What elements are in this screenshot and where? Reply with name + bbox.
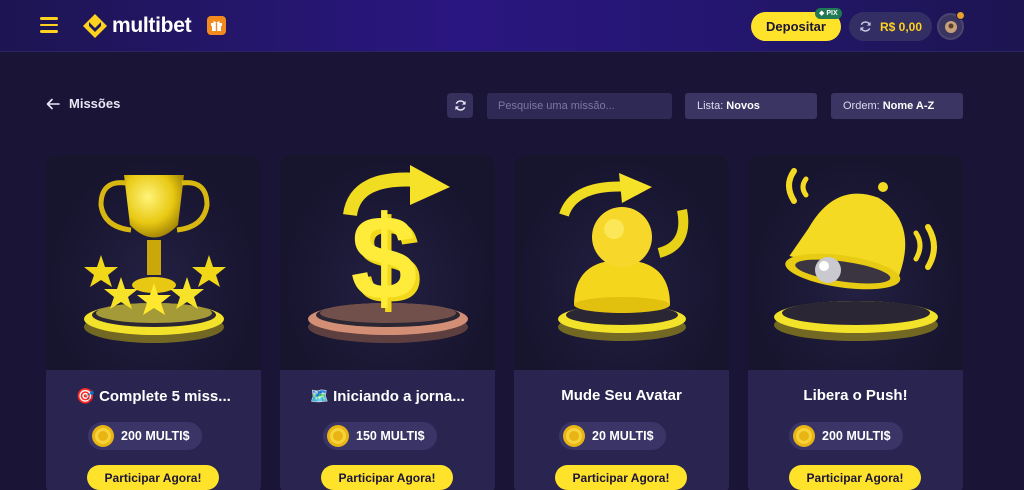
- avatar-icon: [514, 155, 729, 370]
- arrow-left-icon: [46, 98, 60, 109]
- page-title: Missões: [69, 96, 121, 111]
- reward-badge: 200 MULTI$: [88, 422, 202, 450]
- refresh-balance-icon: [860, 21, 871, 32]
- top-bar: multibet Depositar ◆ PIX R$ 0,00: [0, 0, 1024, 52]
- mission-card[interactable]: Libera o Push! 200 MULTI$ Participar Ago…: [748, 155, 963, 490]
- mission-title-text: Complete 5 miss...: [99, 388, 231, 405]
- svg-text:$: $: [351, 191, 418, 325]
- reward-amount: 200 MULTI$: [121, 429, 190, 443]
- mission-title: Libera o Push!: [748, 387, 963, 404]
- mission-title: 🎯 Complete 5 miss...: [46, 387, 261, 405]
- mission-emoji: 🗺️: [310, 388, 329, 405]
- reward-badge: 20 MULTI$: [559, 422, 666, 450]
- refresh-button[interactable]: [447, 93, 473, 118]
- mission-title: Mude Seu Avatar: [514, 387, 729, 404]
- mission-title-text: Mude Seu Avatar: [561, 387, 682, 404]
- mission-card[interactable]: 🎯 Complete 5 miss... 200 MULTI$ Particip…: [46, 155, 261, 490]
- logo[interactable]: multibet: [82, 12, 192, 40]
- refresh-icon: [454, 100, 466, 111]
- list-filter-value: Novos: [726, 100, 760, 112]
- dollar-icon: $ $: [280, 155, 495, 370]
- order-value: Nome A-Z: [882, 100, 935, 112]
- coin-icon: [563, 425, 585, 447]
- bell-icon: [748, 155, 963, 370]
- coin-icon: [327, 425, 349, 447]
- participate-button[interactable]: Participar Agora!: [555, 465, 687, 490]
- notification-dot: [956, 11, 965, 20]
- coin-icon: [793, 425, 815, 447]
- pix-badge-label: PIX: [826, 10, 838, 17]
- order-select[interactable]: Ordem: Nome A-Z: [831, 93, 963, 119]
- participate-button[interactable]: Participar Agora!: [789, 465, 921, 490]
- reward-badge: 200 MULTI$: [789, 422, 903, 450]
- mission-title-text: Libera o Push!: [803, 387, 908, 404]
- coin-icon: [92, 425, 114, 447]
- reward-amount: 150 MULTI$: [356, 429, 425, 443]
- balance-value: R$ 0,00: [880, 19, 923, 34]
- pix-badge: ◆ PIX: [815, 8, 842, 19]
- reward-amount: 20 MULTI$: [592, 429, 654, 443]
- mission-title-text: Iniciando a jorna...: [333, 388, 465, 405]
- participate-button[interactable]: Participar Agora!: [87, 465, 219, 490]
- list-filter-select[interactable]: Lista: Novos: [685, 93, 817, 119]
- search-input[interactable]: [487, 93, 672, 119]
- reward-badge: 150 MULTI$: [323, 422, 437, 450]
- reward-amount: 200 MULTI$: [822, 429, 891, 443]
- back-button[interactable]: Missões: [46, 96, 120, 111]
- mission-card[interactable]: Mude Seu Avatar 20 MULTI$ Participar Ago…: [514, 155, 729, 490]
- trophy-icon: [46, 155, 261, 370]
- gift-icon[interactable]: [207, 16, 226, 35]
- logo-mark-icon: [83, 14, 107, 38]
- participate-button[interactable]: Participar Agora!: [321, 465, 453, 490]
- menu-icon[interactable]: [40, 17, 58, 33]
- brand-name: multibet: [112, 14, 192, 37]
- avatar-image-icon: [944, 20, 957, 33]
- balance-display[interactable]: R$ 0,00: [849, 12, 932, 41]
- mission-title: 🗺️ Iniciando a jorna...: [280, 387, 495, 405]
- mission-card[interactable]: $ $ 🗺️ Iniciando a jorna... 150 MULTI$ P…: [280, 155, 495, 490]
- order-label: Ordem:: [843, 100, 880, 112]
- list-filter-label: Lista:: [697, 100, 724, 112]
- mission-emoji: 🎯: [76, 388, 95, 405]
